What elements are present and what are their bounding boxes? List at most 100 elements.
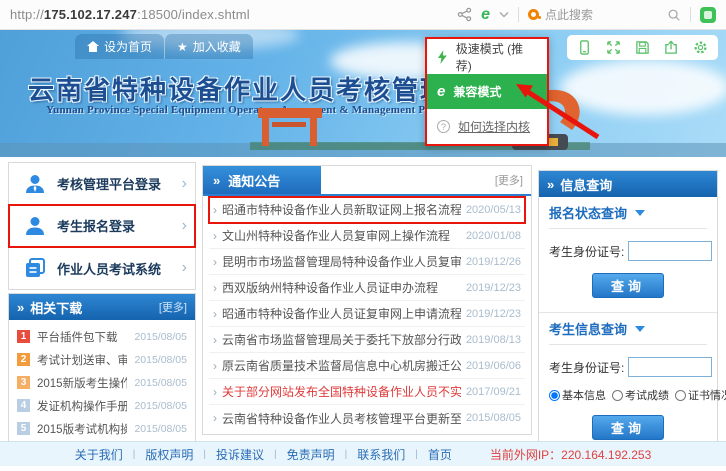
footer-link-disclaimer[interactable]: 免责声明	[287, 446, 335, 463]
rank-badge: 3	[17, 376, 30, 389]
add-favorite-button[interactable]: ★ 加入收藏	[164, 34, 253, 59]
download-list-item[interactable]: 1 平台插件包下载 2015/08/05	[9, 325, 195, 348]
status-query-section: 报名状态查询 考生身份证号: 查询	[539, 197, 717, 310]
info-query-title[interactable]: 考生信息查询	[549, 313, 707, 345]
divider: |	[203, 449, 206, 460]
downloads-header: » 相关下载 [更多]	[9, 294, 195, 320]
rank-badge: 4	[17, 399, 30, 412]
footer-link-contact[interactable]: 联系我们	[357, 446, 405, 463]
page-subtitle: Yunnan Province Special Equipment Operat…	[46, 104, 462, 116]
download-list-item[interactable]: 4 发证机构操作手册 2015/08/05	[9, 394, 195, 417]
notice-list-item[interactable]: › 昭通市特种设备作业人员证复审网上申请流程及相... 2019/12/23	[209, 301, 525, 327]
chevron-down-icon	[635, 210, 645, 216]
rank-badge: 2	[17, 353, 30, 366]
notice-list-item[interactable]: › 关于部分网站发布全国特种设备作业人员不实信息... 2017/09/21	[209, 379, 525, 405]
star-icon: ★	[177, 40, 188, 54]
download-list-item[interactable]: 2 考试计划送审、审核 ... 2015/08/05	[9, 348, 195, 371]
search-placeholder: 点此搜索	[545, 6, 593, 23]
external-ip-label: 当前外网IP：220.164.192.253	[490, 446, 651, 463]
footer-link-complaint[interactable]: 投诉建议	[216, 446, 264, 463]
bullet-arrow-icon: ›	[213, 385, 217, 399]
menu-item-compat-mode[interactable]: e 兼容模式	[427, 74, 547, 109]
login-panel: 考核管理平台登录 › 考生报名登录 › 作业人员考试系统 ›	[8, 162, 196, 290]
divider	[518, 7, 519, 22]
downloads-panel: » 相关下载 [更多] 1 平台插件包下载 2015/08/05 2 考试计划送…	[8, 293, 196, 444]
url-text[interactable]: http://175.102.17.247:18500/index.shtml	[10, 7, 250, 22]
info-query-button[interactable]: 查询	[592, 415, 664, 440]
footer-link-about[interactable]: 关于我们	[75, 446, 123, 463]
download-list-item[interactable]: 5 2015版考试机构操... 2015/08/05	[9, 417, 195, 440]
chevron-right-icon: ›	[182, 176, 187, 192]
bullet-arrow-icon: ›	[213, 307, 217, 321]
notice-list-item[interactable]: › 昭通市特种设备作业人员新取证网上报名流程 NEW 2020/05/13	[209, 197, 525, 223]
site-banner: 设为首页 ★ 加入收藏	[0, 30, 726, 157]
sidebar-item-exam-system[interactable]: 作业人员考试系统 ›	[9, 247, 195, 289]
notices-panel: » 通知公告 [更多] › 昭通市特种设备作业人员新取证网上报名流程 NEW 2…	[202, 165, 532, 435]
divider: |	[274, 449, 277, 460]
notice-list-item[interactable]: › 昆明市市场监督管理局特种设备作业人员复审流程... 2019/12/26	[209, 249, 525, 275]
search-engine-logo-icon	[528, 9, 539, 20]
info-type-radio-group: 基本信息 考试成绩 证书情况	[549, 387, 707, 403]
footer-link-home[interactable]: 首页	[428, 446, 452, 463]
tab-notices[interactable]: » 通知公告	[203, 166, 321, 194]
exam-system-icon	[23, 256, 47, 280]
kernel-mode-menu: 极速模式 (推荐) e 兼容模式 ? 如何选择内核	[425, 37, 549, 146]
ie-icon: e	[437, 83, 445, 100]
set-home-button[interactable]: 设为首页	[75, 34, 164, 59]
header-quick-links: 设为首页 ★ 加入收藏	[75, 34, 253, 59]
bullet-arrow-icon: ›	[213, 229, 217, 243]
notices-more-link[interactable]: [更多]	[495, 172, 531, 188]
divider	[690, 7, 691, 22]
cloud-decoration	[560, 60, 726, 115]
question-icon: ?	[437, 120, 450, 133]
radio-basic-info[interactable]: 基本信息	[549, 387, 606, 403]
browser-app-icon[interactable]	[700, 7, 716, 23]
menu-item-kernel-help[interactable]: ? 如何选择内核	[427, 109, 547, 144]
status-query-button[interactable]: 查询	[592, 273, 664, 298]
menu-item-speed-mode[interactable]: 极速模式 (推荐)	[427, 39, 547, 74]
info-id-input[interactable]	[628, 357, 712, 377]
notice-list-item[interactable]: › 云南省特种设备作业人员考核管理平台更新至20... 2015/08/05	[209, 405, 525, 431]
mobile-icon[interactable]	[577, 40, 592, 55]
export-icon[interactable]	[664, 40, 679, 55]
bullet-arrow-icon: ›	[213, 411, 217, 425]
query-header: » 信息查询	[539, 171, 717, 197]
double-chevron-icon: »	[17, 300, 24, 315]
divider: |	[345, 449, 348, 460]
status-query-title[interactable]: 报名状态查询	[549, 197, 707, 229]
chevron-right-icon: ›	[182, 260, 187, 276]
notice-list-item[interactable]: › 文山州特种设备作业人员复审网上操作流程 2020/01/08	[209, 223, 525, 249]
page-footer: 关于我们 | 版权声明 | 投诉建议 | 免责声明 | 联系我们 | 首页 当前…	[0, 441, 726, 466]
notice-list-item[interactable]: › 西双版纳州特种设备作业人员证申办流程 2019/12/23	[209, 275, 525, 301]
info-query-section: 考生信息查询 考生身份证号: 基本信息 考试成绩 证书情况	[539, 313, 717, 452]
radio-exam-score[interactable]: 考试成绩	[612, 387, 669, 403]
gear-icon[interactable]	[693, 40, 708, 55]
bullet-arrow-icon: ›	[213, 359, 217, 373]
admin-user-icon	[23, 172, 47, 196]
notices-header: » 通知公告 [更多]	[203, 166, 531, 196]
save-icon[interactable]	[635, 40, 650, 55]
download-list-item[interactable]: 3 2015新版考生操作... 2015/08/05	[9, 371, 195, 394]
downloads-more-link[interactable]: [更多]	[159, 299, 187, 315]
chevron-right-icon: ›	[182, 218, 187, 234]
chevron-down-icon[interactable]	[499, 11, 509, 18]
radio-certificate[interactable]: 证书情况	[675, 387, 726, 403]
share-icon[interactable]	[457, 7, 472, 22]
browser-search-box[interactable]: 点此搜索	[528, 6, 658, 23]
id-number-label: 考生身份证号:	[549, 359, 624, 376]
sidebar-item-admin-login[interactable]: 考核管理平台登录 ›	[9, 163, 195, 205]
footer-link-copyright[interactable]: 版权声明	[145, 446, 193, 463]
divider: |	[415, 449, 418, 460]
bullet-arrow-icon: ›	[213, 333, 217, 347]
id-number-label: 考生身份证号:	[549, 243, 624, 260]
fullscreen-icon[interactable]	[606, 40, 621, 55]
divider: |	[133, 449, 136, 460]
notice-list-item[interactable]: › 原云南省质量技术监督局信息中心机房搬迁公告 2019/06/06	[209, 353, 525, 379]
ie-mode-icon[interactable]: e	[481, 7, 490, 23]
notice-list-item[interactable]: › 云南省市场监督管理局关于委托下放部分行政许可... 2019/08/13	[209, 327, 525, 353]
status-id-input[interactable]	[628, 241, 712, 261]
double-chevron-icon: »	[547, 177, 554, 192]
search-icon[interactable]	[667, 8, 681, 22]
sidebar-item-candidate-login[interactable]: 考生报名登录 ›	[9, 205, 195, 247]
double-chevron-icon: »	[213, 173, 220, 188]
